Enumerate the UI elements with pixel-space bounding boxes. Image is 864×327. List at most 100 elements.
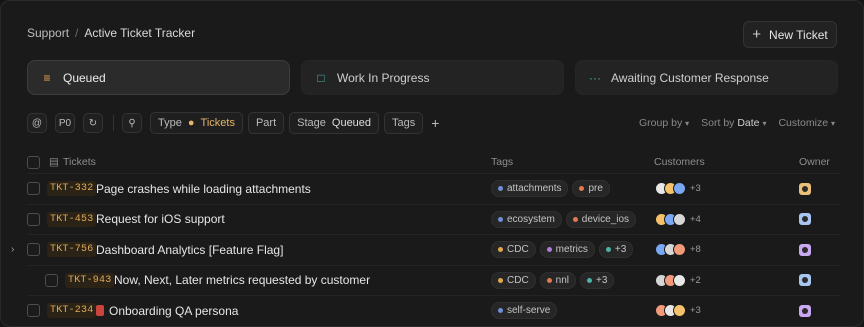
- row-checkbox[interactable]: [27, 182, 40, 196]
- customer-avatars[interactable]: +8: [655, 243, 701, 257]
- ticket-tags: ecosystem device_ios: [491, 210, 637, 228]
- tag-dot: [605, 247, 611, 253]
- chip-label: Part: [255, 117, 277, 129]
- owner-avatar[interactable]: [799, 213, 811, 226]
- table-body: TKT-332 Page crashes while loading attach…: [11, 173, 841, 326]
- select-all-checkbox[interactable]: [27, 155, 40, 169]
- tags-filter-chip[interactable]: Tags: [384, 112, 424, 134]
- table-row[interactable]: TKT-453 Request for iOS support ecosystem d…: [27, 203, 841, 235]
- row-checkbox[interactable]: [45, 273, 58, 287]
- ticket-id[interactable]: TKT-756: [47, 242, 97, 258]
- ticket-title[interactable]: Request for iOS support: [96, 212, 225, 226]
- group-by-dropdown[interactable]: Group by ▾: [639, 117, 689, 129]
- tag-chip[interactable]: CDC: [491, 241, 536, 259]
- tag-label: attachments: [507, 183, 562, 195]
- chip-label: Stage: [297, 117, 326, 129]
- ticket-title[interactable]: Page crashes while loading attachments: [96, 182, 311, 196]
- tag-dot: [498, 216, 503, 222]
- tab-awaiting-customer-response[interactable]: ··· Awaiting Customer Response: [575, 60, 838, 95]
- owner-avatar[interactable]: [799, 243, 811, 256]
- column-tags[interactable]: Tags: [491, 156, 513, 168]
- ticket-id[interactable]: TKT-453: [47, 211, 97, 227]
- sort-by-dropdown[interactable]: Sort by Date ▾: [701, 117, 766, 129]
- customers-more-count: +4: [690, 213, 701, 225]
- row-checkbox[interactable]: [27, 212, 40, 226]
- customer-avatar: [673, 273, 686, 287]
- tag-label: +3: [596, 274, 608, 286]
- chip-value: Tickets: [200, 117, 235, 129]
- mention-filter-button[interactable]: @: [27, 113, 47, 133]
- owner-avatar[interactable]: [799, 182, 811, 195]
- table-row[interactable]: › TKT-756 Dashboard Analytics [Feature Fla…: [11, 234, 841, 265]
- stage-filter-chip[interactable]: Stage Queued: [289, 112, 380, 134]
- tag-label: self-serve: [507, 305, 551, 317]
- chip-value: Queued: [331, 117, 372, 129]
- document-icon: [96, 305, 104, 317]
- tab-label: Work In Progress: [337, 70, 430, 85]
- customer-avatars[interactable]: +2: [655, 273, 701, 287]
- tag-chip[interactable]: +3: [580, 271, 615, 289]
- tag-dot: [572, 216, 578, 222]
- chevron-down-icon: ▾: [762, 119, 767, 128]
- column-tickets[interactable]: Tickets: [63, 156, 96, 168]
- row-checkbox[interactable]: [27, 243, 40, 257]
- divider: [113, 115, 114, 131]
- tag-chip[interactable]: +3: [598, 241, 634, 259]
- type-filter-chip[interactable]: Type ● Tickets: [150, 112, 243, 134]
- breadcrumb-root[interactable]: Support: [27, 26, 69, 40]
- part-filter-chip[interactable]: Part: [247, 112, 285, 134]
- ticket-title[interactable]: Dashboard Analytics [Feature Flag]: [96, 243, 283, 257]
- ticket-title[interactable]: Now, Next, Later metrics requested by cu…: [114, 273, 370, 287]
- tag-chip[interactable]: nnl: [539, 271, 577, 289]
- search-button[interactable]: ⚲: [122, 113, 142, 133]
- tag-chip[interactable]: CDC: [491, 271, 536, 289]
- chip-label: Type: [158, 117, 182, 129]
- customize-label: Customize: [778, 117, 829, 129]
- new-ticket-button[interactable]: + New Ticket: [743, 21, 837, 48]
- tag-chip[interactable]: ecosystem: [491, 210, 562, 228]
- tag-label: metrics: [555, 244, 588, 256]
- breadcrumb-separator: /: [75, 26, 79, 40]
- column-customers[interactable]: Customers: [654, 156, 705, 168]
- customer-avatar: [673, 243, 686, 257]
- customize-dropdown[interactable]: Customize ▾: [778, 117, 835, 129]
- table-row[interactable]: TKT-943 Now, Next, Later metrics requeste…: [27, 264, 841, 296]
- ticket-title[interactable]: Onboarding QA persona: [109, 304, 238, 318]
- priority-label: P0: [58, 117, 72, 129]
- filter-bar: @ P0 ↻ ⚲ Type ● Tickets Part Stage Queue…: [27, 112, 835, 134]
- tag-chip[interactable]: device_ios: [565, 210, 637, 228]
- tag-label: ecosystem: [507, 213, 555, 225]
- ticket-id[interactable]: TKT-234: [47, 303, 97, 319]
- at-icon: @: [31, 117, 43, 129]
- priority-filter-button[interactable]: P0: [55, 113, 75, 133]
- history-filter-button[interactable]: ↻: [83, 113, 103, 133]
- customer-avatars[interactable]: +3: [655, 182, 701, 196]
- tag-dot: [546, 277, 552, 283]
- view-controls: Group by ▾ Sort by Date ▾ Customize ▾: [639, 117, 835, 129]
- tag-chip[interactable]: self-serve: [491, 302, 558, 320]
- row-checkbox[interactable]: [27, 304, 40, 318]
- tag-chip[interactable]: metrics: [539, 241, 595, 259]
- add-filter-button[interactable]: +: [431, 115, 439, 131]
- owner-avatar[interactable]: [799, 304, 811, 317]
- tag-chip[interactable]: attachments: [491, 180, 569, 198]
- tag-label: CDC: [507, 244, 529, 256]
- ticket-tracker-window: Support / Active Ticket Tracker + New Ti…: [0, 0, 864, 327]
- ticket-tags: CDC metrics +3: [491, 241, 634, 259]
- owner-avatar[interactable]: [799, 274, 811, 287]
- tag-chip[interactable]: pre: [572, 180, 610, 198]
- user-icon: [802, 185, 808, 192]
- table-row[interactable]: TKT-234 Onboarding QA persona self-serve +3: [27, 295, 841, 326]
- ticket-id[interactable]: TKT-332: [47, 181, 97, 197]
- tickets-icon: ●: [187, 117, 195, 129]
- expand-chevron-icon[interactable]: ›: [11, 244, 14, 255]
- tab-work-in-progress[interactable]: □ Work In Progress: [301, 60, 564, 95]
- customer-avatars[interactable]: +3: [655, 304, 701, 318]
- customers-more-count: +2: [690, 274, 701, 286]
- table-row[interactable]: TKT-332 Page crashes while loading attach…: [27, 173, 841, 204]
- customer-avatars[interactable]: +4: [655, 212, 701, 226]
- tab-queued[interactable]: ≡ Queued: [27, 60, 290, 95]
- column-owner[interactable]: Owner: [799, 156, 830, 168]
- chat-icon: □: [317, 70, 325, 85]
- ticket-id[interactable]: TKT-943: [65, 272, 115, 288]
